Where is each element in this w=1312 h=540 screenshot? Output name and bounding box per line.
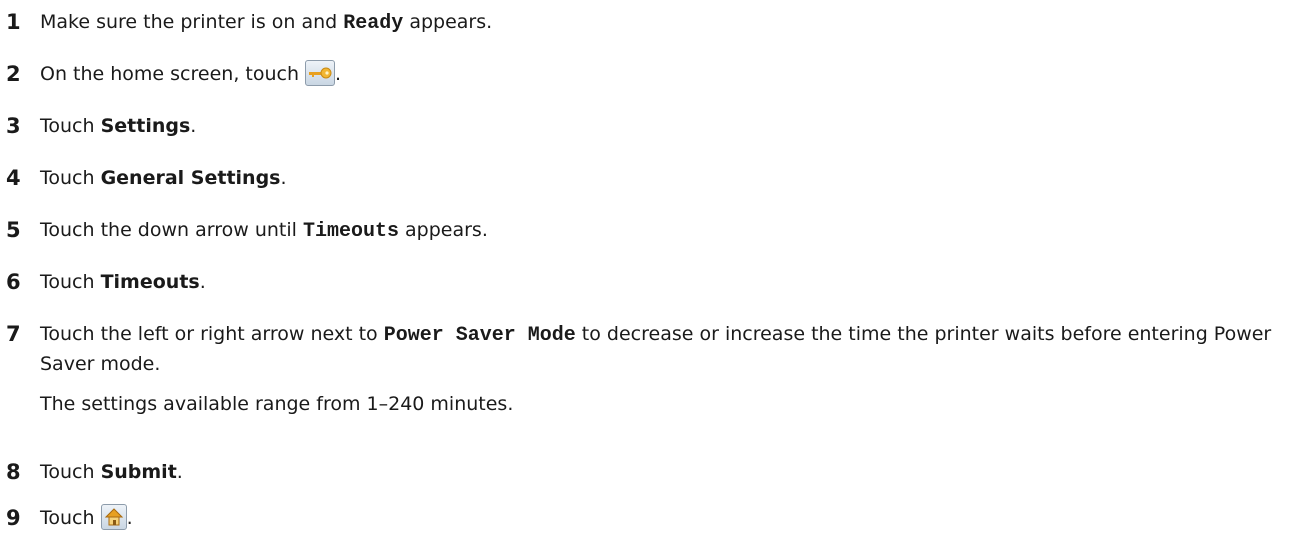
step-4: 4 Touch General Settings.	[6, 164, 287, 192]
step-number: 3	[6, 114, 21, 138]
step-text: Touch	[40, 507, 101, 529]
step-6: 6 Touch Timeouts.	[6, 268, 206, 296]
step-number: 8	[6, 460, 21, 484]
step-code: Ready	[343, 12, 404, 35]
step-9: 9 Touch .	[6, 504, 133, 532]
step-5: 5 Touch the down arrow until Timeouts app…	[6, 216, 488, 246]
step-text: Touch	[40, 167, 101, 189]
step-2: 2 On the home screen, touch .	[6, 60, 341, 88]
step-bold: Timeouts	[100, 271, 200, 293]
step-text-end: .	[176, 461, 183, 483]
step-number: 2	[6, 62, 21, 86]
step-7: 7 Touch the left or right arrow next to P…	[6, 320, 1300, 418]
step-8: 8 Touch Submit.	[6, 458, 183, 486]
step-bold: General Settings	[100, 167, 281, 189]
step-number: 7	[6, 322, 21, 346]
step-text: Touch the down arrow until	[40, 219, 303, 241]
step-number: 6	[6, 270, 21, 294]
step-text: Make sure the printer is on and	[40, 11, 344, 33]
step-text: Touch	[40, 271, 101, 293]
step-text-end: appears.	[403, 11, 493, 33]
step-text: Touch	[40, 115, 101, 137]
step-text-end: .	[335, 63, 342, 85]
step-number: 9	[6, 506, 21, 530]
step-code: Timeouts	[302, 220, 399, 243]
key-icon	[305, 60, 336, 86]
step-1: 1 Make sure the printer is on and Ready a…	[6, 8, 492, 38]
step-number: 4	[6, 166, 21, 190]
step-text-end: .	[280, 167, 287, 189]
step-text-end: .	[126, 507, 133, 529]
step-text-end: appears.	[398, 219, 488, 241]
step-text-end: .	[190, 115, 197, 137]
step-number: 5	[6, 218, 21, 242]
step-3: 3 Touch Settings.	[6, 112, 196, 140]
step-note: The settings available range from 1–240 …	[40, 393, 514, 415]
step-number: 1	[6, 10, 21, 34]
step-bold: Settings	[100, 115, 191, 137]
step-text: Touch	[40, 461, 101, 483]
step-bold: Submit	[100, 461, 177, 483]
step-code: Power Saver Mode	[383, 324, 576, 347]
step-text-end: .	[199, 271, 206, 293]
step-text: On the home screen, touch	[40, 63, 306, 85]
home-icon	[100, 504, 127, 530]
step-text: Touch the left or right arrow next to	[40, 323, 384, 345]
